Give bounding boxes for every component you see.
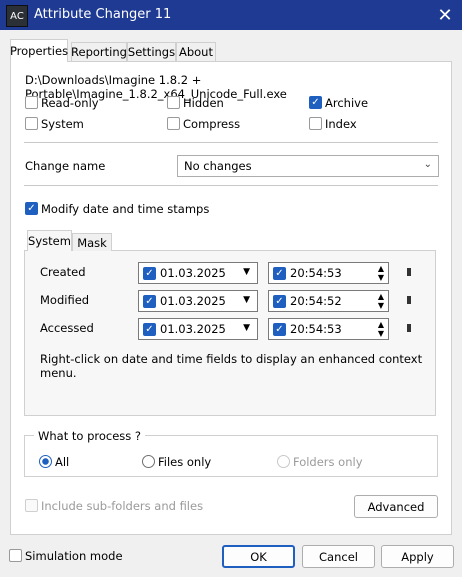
spin-arrows-icon[interactable]: ▲ ▼ bbox=[378, 264, 384, 282]
modified-time-value: 20:54:52 bbox=[290, 294, 342, 308]
spin-arrows-icon[interactable]: ▲ ▼ bbox=[378, 292, 384, 310]
simulation-mode-checkbox[interactable] bbox=[9, 549, 22, 562]
created-date-checkbox[interactable]: ✓ bbox=[143, 266, 156, 280]
advanced-button[interactable]: Advanced bbox=[354, 495, 438, 518]
radio-files-only[interactable] bbox=[142, 455, 155, 468]
window-title: Attribute Changer 11 bbox=[34, 7, 172, 22]
created-date-value: 01.03.2025 bbox=[160, 266, 226, 280]
divider bbox=[24, 142, 438, 143]
read-only-checkbox[interactable] bbox=[25, 96, 38, 109]
modified-time-checkbox[interactable]: ✓ bbox=[273, 294, 286, 308]
hint-text: Right-click on date and time fields to d… bbox=[40, 352, 423, 380]
modified-time-picker[interactable]: ✓ 20:54:52 ▲ ▼ bbox=[268, 290, 389, 312]
tab-settings[interactable]: Settings bbox=[127, 42, 176, 61]
apply-button[interactable]: Apply bbox=[381, 545, 454, 568]
created-date-picker[interactable]: ✓ 01.03.2025 ▼ bbox=[138, 262, 258, 284]
modify-dates-checkbox[interactable]: ✓ bbox=[25, 202, 38, 215]
created-time-picker[interactable]: ✓ 20:54:53 ▲ ▼ bbox=[268, 262, 389, 284]
app-icon: AC bbox=[6, 5, 28, 27]
simulation-mode-label: Simulation mode bbox=[25, 549, 123, 563]
created-label: Created bbox=[40, 265, 86, 279]
accessed-date-checkbox[interactable]: ✓ bbox=[143, 322, 156, 336]
process-group-title: What to process ? bbox=[34, 429, 146, 443]
change-name-label: Change name bbox=[25, 159, 106, 173]
radio-files-only-label: Files only bbox=[158, 455, 212, 469]
dropdown-arrow-icon: ▼ bbox=[243, 323, 250, 333]
modified-date-checkbox[interactable]: ✓ bbox=[143, 294, 156, 308]
created-time-checkbox[interactable]: ✓ bbox=[273, 266, 286, 280]
hidden-label: Hidden bbox=[183, 96, 224, 110]
subtab-mask[interactable]: Mask bbox=[72, 233, 112, 251]
accessed-time-value: 20:54:53 bbox=[290, 322, 342, 336]
tab-properties[interactable]: Properties bbox=[10, 39, 68, 62]
tab-reporting[interactable]: Reporting bbox=[71, 42, 127, 61]
change-name-value: No changes bbox=[184, 159, 252, 173]
accessed-date-picker[interactable]: ✓ 01.03.2025 ▼ bbox=[138, 318, 258, 340]
radio-folders-only[interactable] bbox=[277, 455, 290, 468]
dropdown-arrow-icon: ▼ bbox=[243, 295, 250, 305]
modified-date-value: 01.03.2025 bbox=[160, 294, 226, 308]
modify-dates-label: Modify date and time stamps bbox=[41, 202, 210, 216]
copy-timestamp-icon[interactable] bbox=[407, 268, 411, 276]
dropdown-arrow-icon: ▼ bbox=[243, 267, 250, 277]
spin-arrows-icon[interactable]: ▲ ▼ bbox=[378, 320, 384, 338]
index-label: Index bbox=[325, 117, 357, 131]
modified-date-picker[interactable]: ✓ 01.03.2025 ▼ bbox=[138, 290, 258, 312]
system-label: System bbox=[41, 117, 84, 131]
index-checkbox[interactable] bbox=[309, 117, 322, 130]
ok-button[interactable]: OK bbox=[222, 545, 295, 568]
include-subfolders-checkbox[interactable] bbox=[25, 499, 38, 512]
created-time-value: 20:54:53 bbox=[290, 266, 342, 280]
accessed-label: Accessed bbox=[40, 321, 94, 335]
copy-timestamp-icon[interactable] bbox=[407, 324, 411, 332]
subtab-system[interactable]: System bbox=[27, 230, 72, 251]
tab-about[interactable]: About bbox=[176, 42, 216, 61]
close-button[interactable]: ✕ bbox=[428, 0, 462, 30]
chevron-down-icon: ⌄ bbox=[423, 159, 432, 170]
radio-all[interactable] bbox=[39, 455, 52, 468]
tab-strip-line bbox=[10, 61, 452, 62]
accessed-date-value: 01.03.2025 bbox=[160, 322, 226, 336]
archive-label: Archive bbox=[325, 96, 369, 110]
cancel-button[interactable]: Cancel bbox=[302, 545, 375, 568]
system-checkbox[interactable] bbox=[25, 117, 38, 130]
modified-label: Modified bbox=[40, 293, 90, 307]
accessed-time-checkbox[interactable]: ✓ bbox=[273, 322, 286, 336]
compress-checkbox[interactable] bbox=[167, 117, 180, 130]
radio-folders-only-label: Folders only bbox=[293, 455, 363, 469]
compress-label: Compress bbox=[183, 117, 241, 131]
copy-timestamp-icon[interactable] bbox=[407, 296, 411, 304]
accessed-time-picker[interactable]: ✓ 20:54:53 ▲ ▼ bbox=[268, 318, 389, 340]
radio-all-label: All bbox=[55, 455, 70, 469]
include-subfolders-label: Include sub-folders and files bbox=[41, 499, 204, 513]
change-name-select[interactable]: No changes ⌄ bbox=[177, 155, 439, 177]
divider bbox=[24, 185, 438, 186]
archive-checkbox[interactable]: ✓ bbox=[309, 96, 322, 109]
read-only-label: Read-only bbox=[41, 96, 99, 110]
hidden-checkbox[interactable] bbox=[167, 96, 180, 109]
